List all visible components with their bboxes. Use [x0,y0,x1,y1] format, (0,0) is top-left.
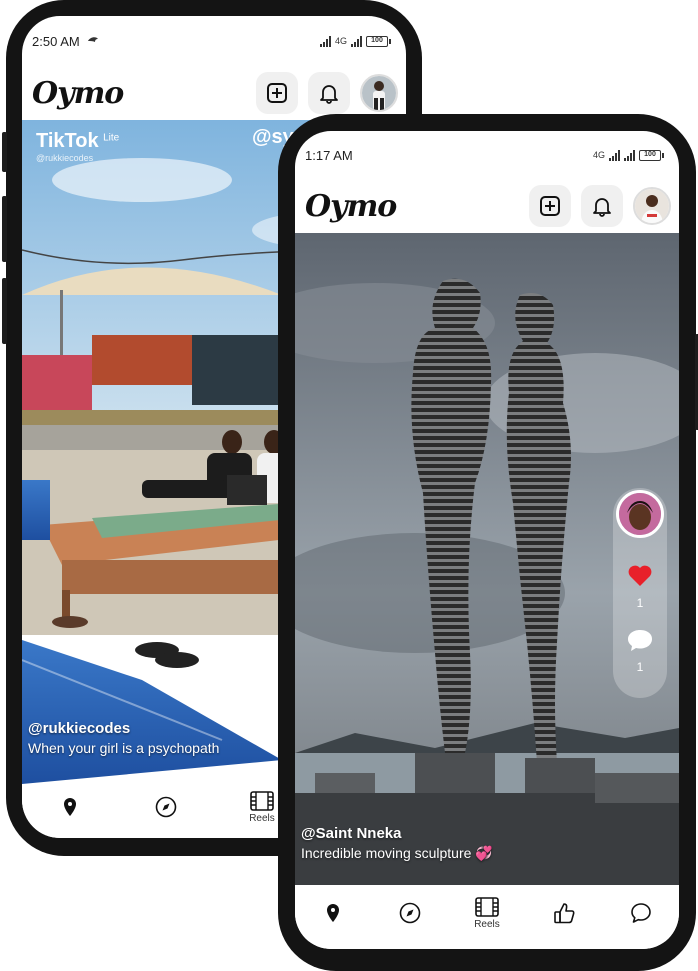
caption-user[interactable]: @rukkiecodes [28,720,219,737]
thumbs-up-icon [553,903,575,924]
tiktok-watermark: TikTok Lite @rukkiecodes [36,130,119,163]
create-post-button[interactable] [256,72,298,114]
app-notification-icon [87,37,98,42]
signal-icon [319,35,331,47]
reel-video[interactable]: 1 1 @Saint Nneka Incredible moving sculp… [295,233,679,887]
notifications-button[interactable] [581,185,623,227]
status-bar: 2:50 AM 4G 100 [22,16,406,66]
bell-icon [320,85,338,104]
nav-map[interactable] [308,903,358,923]
chat-bubble-icon [628,630,652,651]
tiktok-handle: @rukkiecodes [36,153,94,163]
location-pin-icon [64,798,76,816]
nav-map[interactable] [45,797,95,817]
caption-text: When your girl is a psychopath [28,740,220,756]
compass-icon [399,902,421,924]
battery-icon: 100 [366,35,391,47]
app-logo: Oymo [305,188,397,224]
nav-messages[interactable] [616,902,666,924]
notifications-button[interactable] [308,72,350,114]
network-type: 4G [334,36,347,46]
action-rail: 1 1 [613,488,667,698]
side-button [2,132,7,172]
compass-icon [155,796,177,818]
front-screen: 1:17 AM 4G 100 Oymo 1 1 @Saint Nneka Inc… [295,131,679,949]
heart-icon [628,565,652,586]
caption-user[interactable]: @Saint Nneka [301,825,493,842]
volume-up-button [2,196,7,262]
signal-icon [351,35,362,47]
film-icon [475,896,499,917]
stage: 2:50 AM 4G 100 Oymo TikTok Lite @rukkiec… [0,0,698,971]
signal-icon [609,149,620,161]
chat-bubble-icon [630,903,651,923]
app-logo: Oymo [32,75,124,111]
bottom-nav: Reels [295,885,679,949]
video-caption: @rukkiecodes When your girl is a psychop… [28,720,219,756]
bell-icon [593,198,611,217]
video-caption: @Saint Nneka Incredible moving sculpture… [301,825,493,862]
battery-icon: 100 [639,149,664,161]
caption-text: Incredible moving sculpture 💞 [301,845,493,861]
comment-count: 1 [636,660,644,674]
network-type: 4G [592,150,605,160]
signal-icon [624,149,635,161]
front-phone: 1:17 AM 4G 100 Oymo 1 1 @Saint Nneka Inc… [278,114,698,971]
profile-avatar[interactable] [633,187,671,225]
comment-button[interactable] [627,628,653,656]
nav-explore[interactable] [385,902,435,924]
plus-square-icon [267,83,287,103]
app-header: Oymo [295,179,679,233]
creator-avatar[interactable] [616,490,664,538]
nav-explore[interactable] [141,796,191,818]
status-time: 2:50 AM [32,33,80,49]
app-header: Oymo [22,66,406,120]
profile-avatar[interactable] [360,74,398,112]
nav-reels-label: Reels [249,812,275,824]
like-button[interactable] [627,564,653,592]
volume-down-button [2,278,7,344]
tiktok-brand: TikTok [36,130,99,152]
create-post-button[interactable] [529,185,571,227]
tiktok-sub: Lite [103,132,120,144]
plus-square-icon [540,196,560,216]
status-time: 1:17 AM [305,147,353,163]
nav-reels[interactable]: Reels [462,896,512,930]
location-pin-icon [327,904,340,922]
nav-likes[interactable] [539,902,589,924]
film-icon [250,790,274,811]
like-count: 1 [636,596,644,610]
status-bar: 1:17 AM 4G 100 [295,131,679,179]
nav-reels-label: Reels [474,918,500,930]
